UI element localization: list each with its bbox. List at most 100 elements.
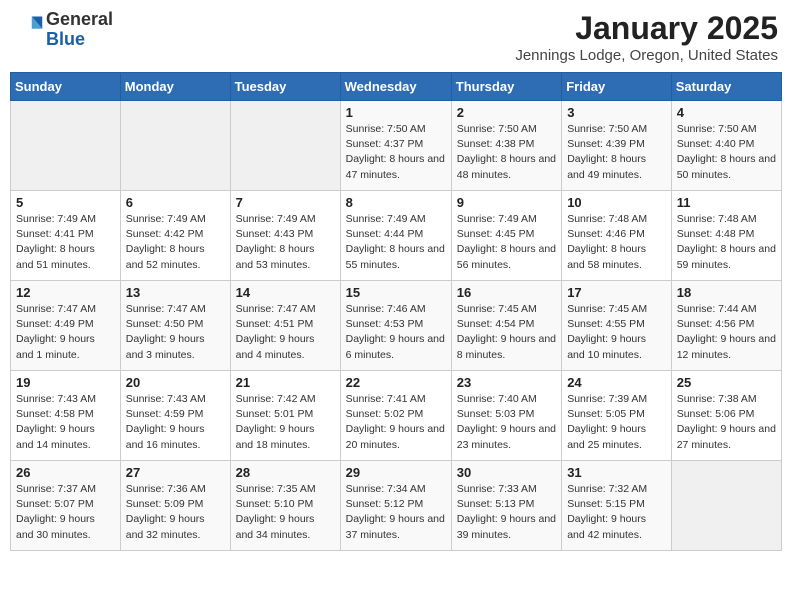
calendar-cell: 14 Sunrise: 7:47 AM Sunset: 4:51 PM Dayli… — [230, 281, 340, 371]
logo-icon — [16, 13, 44, 41]
day-number: 25 — [677, 375, 776, 390]
day-number: 31 — [567, 465, 666, 480]
calendar-cell — [230, 101, 340, 191]
day-info: Sunrise: 7:41 AM Sunset: 5:02 PM Dayligh… — [346, 392, 446, 453]
calendar-week-row: 1 Sunrise: 7:50 AM Sunset: 4:37 PM Daylig… — [11, 101, 782, 191]
day-info: Sunrise: 7:49 AM Sunset: 4:44 PM Dayligh… — [346, 212, 446, 273]
calendar-cell: 23 Sunrise: 7:40 AM Sunset: 5:03 PM Dayli… — [451, 371, 561, 461]
day-info: Sunrise: 7:46 AM Sunset: 4:53 PM Dayligh… — [346, 302, 446, 363]
day-number: 24 — [567, 375, 666, 390]
calendar-cell: 8 Sunrise: 7:49 AM Sunset: 4:44 PM Daylig… — [340, 191, 451, 281]
calendar-cell: 22 Sunrise: 7:41 AM Sunset: 5:02 PM Dayli… — [340, 371, 451, 461]
calendar-cell: 13 Sunrise: 7:47 AM Sunset: 4:50 PM Dayli… — [120, 281, 230, 371]
day-number: 5 — [16, 195, 115, 210]
day-number: 17 — [567, 285, 666, 300]
calendar-week-row: 19Sunrise: 7:43 AM Sunset: 4:58 PM Dayli… — [11, 371, 782, 461]
calendar-cell: 24 Sunrise: 7:39 AM Sunset: 5:05 PM Dayli… — [562, 371, 672, 461]
weekday-header-saturday: Saturday — [671, 73, 781, 101]
calendar-cell: 25 Sunrise: 7:38 AM Sunset: 5:06 PM Dayli… — [671, 371, 781, 461]
calendar-cell: 6 Sunrise: 7:49 AM Sunset: 4:42 PM Daylig… — [120, 191, 230, 281]
day-info: Sunrise: 7:33 AM Sunset: 5:13 PM Dayligh… — [457, 482, 556, 543]
day-info: Sunrise: 7:50 AM Sunset: 4:37 PM Dayligh… — [346, 122, 446, 183]
calendar-cell: 19Sunrise: 7:43 AM Sunset: 4:58 PM Dayli… — [11, 371, 121, 461]
day-info: Sunrise: 7:48 AM Sunset: 4:46 PM Dayligh… — [567, 212, 666, 273]
weekday-header-row: SundayMondayTuesdayWednesdayThursdayFrid… — [11, 73, 782, 101]
weekday-header-thursday: Thursday — [451, 73, 561, 101]
calendar-cell: 28Sunrise: 7:35 AM Sunset: 5:10 PM Dayli… — [230, 461, 340, 551]
day-info: Sunrise: 7:39 AM Sunset: 5:05 PM Dayligh… — [567, 392, 666, 453]
day-number: 14 — [236, 285, 335, 300]
day-info: Sunrise: 7:49 AM Sunset: 4:42 PM Dayligh… — [126, 212, 225, 273]
day-number: 26 — [16, 465, 115, 480]
month-title: January 2025 — [515, 10, 778, 47]
calendar-cell: 7Sunrise: 7:49 AM Sunset: 4:43 PM Daylig… — [230, 191, 340, 281]
calendar-cell: 12 Sunrise: 7:47 AM Sunset: 4:49 PM Dayli… — [11, 281, 121, 371]
calendar-cell: 27Sunrise: 7:36 AM Sunset: 5:09 PM Dayli… — [120, 461, 230, 551]
calendar-cell: 1 Sunrise: 7:50 AM Sunset: 4:37 PM Daylig… — [340, 101, 451, 191]
logo: General Blue — [14, 10, 113, 50]
day-number: 12 — [16, 285, 115, 300]
day-number: 11 — [677, 195, 776, 210]
day-info: Sunrise: 7:50 AM Sunset: 4:39 PM Dayligh… — [567, 122, 666, 183]
day-info: Sunrise: 7:47 AM Sunset: 4:50 PM Dayligh… — [126, 302, 225, 363]
day-info: Sunrise: 7:48 AM Sunset: 4:48 PM Dayligh… — [677, 212, 776, 273]
day-number: 20 — [126, 375, 225, 390]
calendar-cell: 15 Sunrise: 7:46 AM Sunset: 4:53 PM Dayli… — [340, 281, 451, 371]
location-title: Jennings Lodge, Oregon, United States — [515, 47, 778, 64]
day-number: 16 — [457, 285, 556, 300]
day-info: Sunrise: 7:44 AM Sunset: 4:56 PM Dayligh… — [677, 302, 776, 363]
day-number: 8 — [346, 195, 446, 210]
day-number: 6 — [126, 195, 225, 210]
day-info: Sunrise: 7:47 AM Sunset: 4:49 PM Dayligh… — [16, 302, 115, 363]
day-number: 29 — [346, 465, 446, 480]
day-number: 3 — [567, 105, 666, 120]
day-number: 7 — [236, 195, 335, 210]
calendar-cell — [11, 101, 121, 191]
calendar-table: SundayMondayTuesdayWednesdayThursdayFrid… — [10, 72, 782, 551]
logo-general-text: General — [46, 10, 113, 30]
calendar-cell: 5 Sunrise: 7:49 AM Sunset: 4:41 PM Daylig… — [11, 191, 121, 281]
calendar-week-row: 5 Sunrise: 7:49 AM Sunset: 4:41 PM Daylig… — [11, 191, 782, 281]
day-info: Sunrise: 7:43 AM Sunset: 4:58 PM Dayligh… — [16, 392, 115, 453]
calendar-cell: 3 Sunrise: 7:50 AM Sunset: 4:39 PM Daylig… — [562, 101, 672, 191]
day-info: Sunrise: 7:32 AM Sunset: 5:15 PM Dayligh… — [567, 482, 666, 543]
day-number: 23 — [457, 375, 556, 390]
day-info: Sunrise: 7:45 AM Sunset: 4:55 PM Dayligh… — [567, 302, 666, 363]
weekday-header-wednesday: Wednesday — [340, 73, 451, 101]
weekday-header-friday: Friday — [562, 73, 672, 101]
calendar-cell: 2Sunrise: 7:50 AM Sunset: 4:38 PM Daylig… — [451, 101, 561, 191]
day-info: Sunrise: 7:38 AM Sunset: 5:06 PM Dayligh… — [677, 392, 776, 453]
page-header: General Blue January 2025 Jennings Lodge… — [10, 10, 782, 64]
calendar-cell: 29Sunrise: 7:34 AM Sunset: 5:12 PM Dayli… — [340, 461, 451, 551]
calendar-week-row: 26 Sunrise: 7:37 AM Sunset: 5:07 PM Dayli… — [11, 461, 782, 551]
calendar-cell: 21 Sunrise: 7:42 AM Sunset: 5:01 PM Dayli… — [230, 371, 340, 461]
day-info: Sunrise: 7:47 AM Sunset: 4:51 PM Dayligh… — [236, 302, 335, 363]
day-number: 1 — [346, 105, 446, 120]
calendar-cell: 16 Sunrise: 7:45 AM Sunset: 4:54 PM Dayli… — [451, 281, 561, 371]
calendar-cell — [120, 101, 230, 191]
day-number: 30 — [457, 465, 556, 480]
day-number: 15 — [346, 285, 446, 300]
day-info: Sunrise: 7:37 AM Sunset: 5:07 PM Dayligh… — [16, 482, 115, 543]
day-info: Sunrise: 7:43 AM Sunset: 4:59 PM Dayligh… — [126, 392, 225, 453]
day-info: Sunrise: 7:45 AM Sunset: 4:54 PM Dayligh… — [457, 302, 556, 363]
day-info: Sunrise: 7:49 AM Sunset: 4:45 PM Dayligh… — [457, 212, 556, 273]
day-info: Sunrise: 7:42 AM Sunset: 5:01 PM Dayligh… — [236, 392, 335, 453]
calendar-week-row: 12 Sunrise: 7:47 AM Sunset: 4:49 PM Dayli… — [11, 281, 782, 371]
weekday-header-tuesday: Tuesday — [230, 73, 340, 101]
logo-blue-text: Blue — [46, 30, 113, 50]
calendar-cell: 26 Sunrise: 7:37 AM Sunset: 5:07 PM Dayli… — [11, 461, 121, 551]
day-number: 13 — [126, 285, 225, 300]
day-number: 21 — [236, 375, 335, 390]
calendar-cell: 11 Sunrise: 7:48 AM Sunset: 4:48 PM Dayli… — [671, 191, 781, 281]
day-number: 22 — [346, 375, 446, 390]
day-info: Sunrise: 7:40 AM Sunset: 5:03 PM Dayligh… — [457, 392, 556, 453]
day-number: 28 — [236, 465, 335, 480]
weekday-header-monday: Monday — [120, 73, 230, 101]
calendar-cell — [671, 461, 781, 551]
day-number: 18 — [677, 285, 776, 300]
calendar-cell: 30 Sunrise: 7:33 AM Sunset: 5:13 PM Dayli… — [451, 461, 561, 551]
day-info: Sunrise: 7:49 AM Sunset: 4:41 PM Dayligh… — [16, 212, 115, 273]
day-info: Sunrise: 7:50 AM Sunset: 4:40 PM Dayligh… — [677, 122, 776, 183]
day-info: Sunrise: 7:36 AM Sunset: 5:09 PM Dayligh… — [126, 482, 225, 543]
